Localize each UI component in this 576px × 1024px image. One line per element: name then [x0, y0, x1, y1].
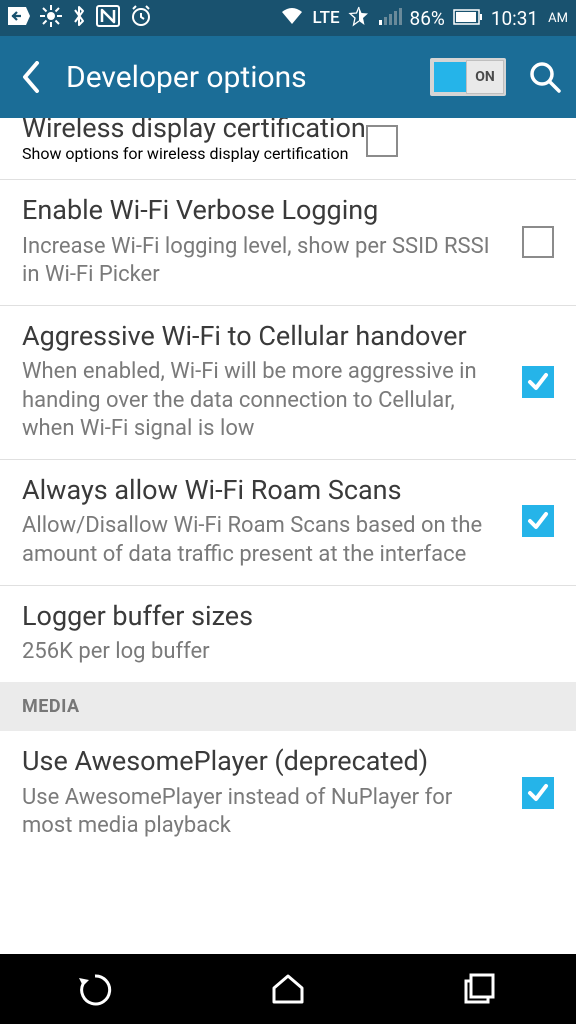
setting-title: Wireless display certification: [22, 118, 366, 144]
master-toggle[interactable]: ON: [430, 58, 506, 96]
setting-desc: 256K per log buffer: [22, 638, 530, 666]
setting-title: Use AwesomePlayer (deprecated): [22, 745, 498, 777]
setting-title: Logger buffer sizes: [22, 600, 530, 632]
nav-home-button[interactable]: [258, 968, 318, 1010]
setting-use-awesomeplayer[interactable]: Use AwesomePlayer (deprecated) Use Aweso…: [0, 731, 576, 856]
setting-desc: Allow/Disallow Wi-Fi Roam Scans based on…: [22, 512, 498, 568]
setting-desc: Increase Wi-Fi logging level, show per S…: [22, 233, 498, 289]
page-title: Developer options: [66, 60, 430, 95]
setting-wifi-verbose-logging[interactable]: Enable Wi-Fi Verbose Logging Increase Wi…: [0, 180, 576, 306]
setting-logger-buffer-sizes[interactable]: Logger buffer sizes 256K per log buffer: [0, 586, 576, 683]
app-header: Developer options ON: [0, 36, 576, 118]
clock-ampm: AM: [548, 11, 568, 26]
toggle-knob-label: ON: [466, 60, 504, 94]
nav-back-button[interactable]: [66, 968, 126, 1010]
gps-icon: [40, 5, 62, 32]
setting-aggressive-handover[interactable]: Aggressive Wi-Fi to Cellular handover Wh…: [0, 306, 576, 460]
search-button[interactable]: [528, 60, 562, 94]
network-type: LTE: [312, 8, 339, 28]
section-header-media: MEDIA: [0, 682, 576, 731]
signal-icon: [378, 6, 402, 30]
setting-title: Always allow Wi-Fi Roam Scans: [22, 474, 498, 506]
checkbox[interactable]: [522, 777, 554, 809]
setting-desc: Use AwesomePlayer instead of NuPlayer fo…: [22, 784, 498, 840]
battery-percent: 86%: [410, 7, 445, 30]
bluetooth-icon: [72, 5, 86, 32]
nfc-icon: [96, 5, 120, 32]
settings-list[interactable]: Wireless display certification Show opti…: [0, 118, 576, 954]
checkbox[interactable]: [522, 226, 554, 258]
back-button[interactable]: [14, 60, 48, 94]
notification-icon: [8, 6, 30, 30]
nav-recent-button[interactable]: [450, 968, 510, 1010]
setting-title: Aggressive Wi-Fi to Cellular handover: [22, 320, 498, 352]
setting-desc: When enabled, Wi-Fi will be more aggress…: [22, 358, 498, 442]
checkbox[interactable]: [522, 366, 554, 398]
setting-title: Enable Wi-Fi Verbose Logging: [22, 194, 498, 226]
clock-time: 10:31: [491, 7, 538, 30]
checkbox[interactable]: [522, 505, 554, 537]
setting-desc: Show options for wireless display certif…: [22, 144, 366, 163]
battery-icon: [453, 6, 483, 30]
wifi-icon: [280, 6, 304, 30]
navigation-bar: [0, 954, 576, 1024]
brightness-icon: [348, 5, 370, 32]
status-bar: LTE 86% 10:31 AM: [0, 0, 576, 36]
setting-wireless-display-cert[interactable]: Wireless display certification Show opti…: [0, 118, 576, 180]
alarm-icon: [130, 5, 152, 32]
checkbox[interactable]: [366, 125, 398, 157]
setting-wifi-roam-scans[interactable]: Always allow Wi-Fi Roam Scans Allow/Disa…: [0, 460, 576, 586]
